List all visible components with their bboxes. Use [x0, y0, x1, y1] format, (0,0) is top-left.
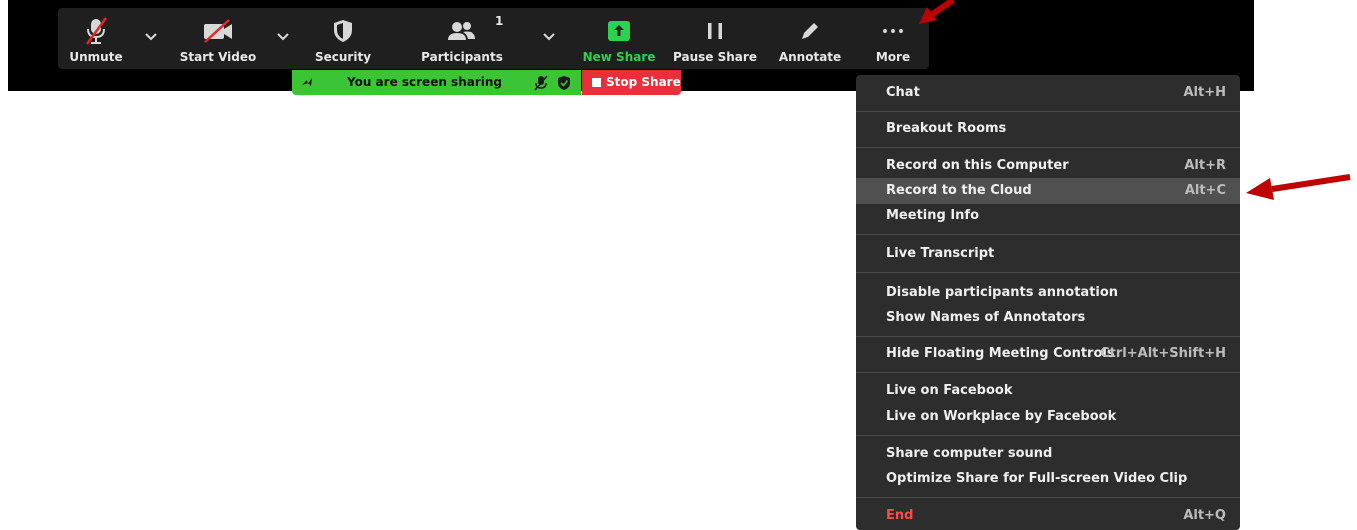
- menu-item-live-on-workplace[interactable]: Live on Workplace by Facebook: [856, 404, 1240, 430]
- menu-item-breakout-rooms[interactable]: Breakout Rooms: [856, 116, 1240, 142]
- participants-count: 1: [495, 14, 504, 28]
- stop-share-button[interactable]: Stop Share: [582, 70, 681, 95]
- menu-item-share-computer-sound[interactable]: Share computer sound: [856, 441, 1240, 467]
- pause-icon: [705, 16, 725, 46]
- video-off-icon: [202, 16, 234, 46]
- start-video-button[interactable]: Start Video: [180, 8, 256, 69]
- more-label: More: [875, 50, 911, 64]
- menu-divider: [856, 111, 1240, 112]
- menu-item-shortcut: Alt+C: [1184, 183, 1226, 198]
- new-share-label: New Share: [582, 50, 656, 64]
- menu-item-label: Disable participants annotation: [886, 285, 1119, 300]
- pause-share-button[interactable]: Pause Share: [673, 8, 757, 69]
- participants-label: Participants: [421, 50, 503, 64]
- new-share-button[interactable]: New Share: [582, 8, 656, 69]
- menu-item-shortcut: Ctrl+Alt+Shift+H: [1100, 346, 1226, 361]
- menu-item-shortcut: Alt+Q: [1183, 508, 1226, 523]
- security-label: Security: [314, 50, 372, 64]
- muted-microphone-icon: [83, 16, 109, 46]
- menu-item-hide-floating-controls[interactable]: Hide Floating Meeting Controls Ctrl+Alt+…: [856, 341, 1240, 367]
- meeting-toolbar: Unmute Start Video Security 1 Participan…: [58, 8, 929, 69]
- menu-divider: [856, 147, 1240, 148]
- shield-status-icon: [557, 75, 571, 95]
- participants-button[interactable]: 1 Participants: [420, 8, 504, 69]
- menu-item-label: Live Transcript: [886, 246, 995, 261]
- menu-item-label: Share computer sound: [886, 446, 1053, 461]
- annotate-button[interactable]: Annotate: [779, 8, 841, 69]
- annotate-label: Annotate: [778, 50, 842, 64]
- unmute-label: Unmute: [69, 50, 123, 64]
- shield-icon: [331, 16, 355, 46]
- menu-item-label: Live on Facebook: [886, 383, 1013, 398]
- menu-item-shortcut: Alt+R: [1184, 158, 1226, 173]
- mic-status-icon: [534, 75, 548, 95]
- audio-options-chevron-icon[interactable]: [144, 27, 158, 46]
- menu-item-chat[interactable]: Chat Alt+H: [856, 80, 1240, 106]
- menu-item-live-transcript[interactable]: Live Transcript: [856, 241, 1240, 267]
- menu-item-meeting-info[interactable]: Meeting Info: [856, 203, 1240, 229]
- menu-item-label: Hide Floating Meeting Controls: [886, 346, 1115, 361]
- red-arrow-to-more-icon: [919, 0, 955, 24]
- menu-item-disable-annotation[interactable]: Disable participants annotation: [856, 280, 1240, 306]
- unmute-button[interactable]: Unmute: [66, 8, 126, 69]
- video-options-chevron-icon[interactable]: [276, 27, 290, 46]
- menu-item-label: End: [886, 508, 914, 523]
- menu-divider: [856, 435, 1240, 436]
- menu-divider: [856, 336, 1240, 337]
- menu-item-label: Meeting Info: [886, 208, 980, 223]
- menu-divider: [856, 272, 1240, 273]
- menu-item-label: Show Names of Annotators: [886, 310, 1086, 325]
- menu-item-end[interactable]: End Alt+Q: [856, 503, 1240, 529]
- menu-divider: [856, 234, 1240, 235]
- menu-item-show-annotator-names[interactable]: Show Names of Annotators: [856, 305, 1240, 331]
- start-video-label: Start Video: [179, 50, 257, 64]
- menu-item-optimize-share[interactable]: Optimize Share for Full-screen Video Cli…: [856, 466, 1240, 492]
- menu-item-label: Record on this Computer: [886, 158, 1069, 173]
- menu-item-live-on-facebook[interactable]: Live on Facebook: [856, 378, 1240, 404]
- menu-item-label: Record to the Cloud: [886, 183, 1032, 198]
- menu-item-label: Breakout Rooms: [886, 121, 1007, 136]
- menu-item-label: Optimize Share for Full-screen Video Cli…: [886, 471, 1188, 486]
- share-arrow-icon: [607, 16, 631, 46]
- menu-divider: [856, 497, 1240, 498]
- security-button[interactable]: Security: [313, 8, 373, 69]
- menu-divider: [856, 372, 1240, 373]
- menu-item-label: Live on Workplace by Facebook: [886, 409, 1117, 424]
- stop-square-icon: [592, 78, 601, 87]
- pause-share-label: Pause Share: [673, 50, 757, 64]
- participants-options-chevron-icon[interactable]: [542, 27, 556, 46]
- more-dropdown-menu: Chat Alt+H Breakout Rooms Record on this…: [856, 75, 1240, 530]
- menu-item-record-on-computer[interactable]: Record on this Computer Alt+R: [856, 153, 1240, 179]
- red-arrow-to-record-cloud-icon: [1246, 174, 1351, 200]
- pencil-icon: [799, 16, 821, 46]
- screen-sharing-status-bar: You are screen sharing: [292, 70, 581, 95]
- menu-item-record-to-cloud[interactable]: Record to the Cloud Alt+C: [856, 178, 1240, 204]
- menu-item-shortcut: Alt+H: [1183, 85, 1226, 100]
- drag-handle-icon[interactable]: [300, 74, 314, 94]
- stop-share-label: Stop Share: [606, 75, 681, 89]
- participants-icon: 1: [447, 14, 503, 46]
- sharing-status-text: You are screen sharing: [347, 75, 503, 89]
- menu-item-label: Chat: [886, 85, 920, 100]
